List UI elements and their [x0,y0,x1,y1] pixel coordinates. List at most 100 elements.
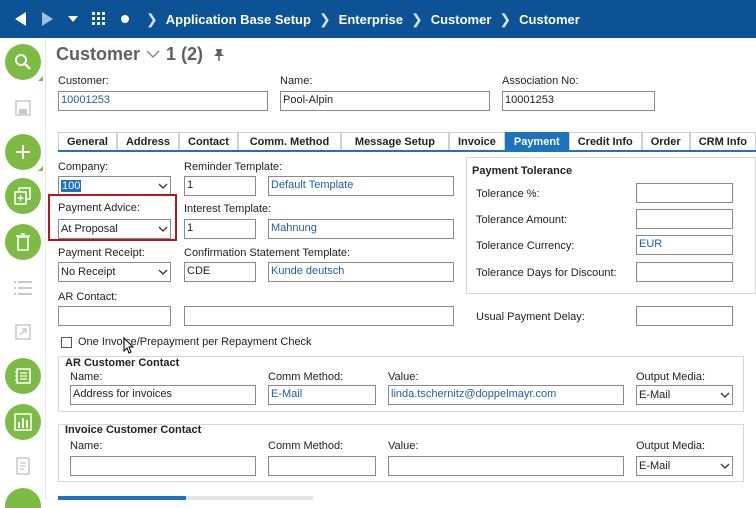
command-sidebar [0,38,46,508]
chevron-down-icon[interactable] [146,50,160,59]
payment-receipt-label: Payment Receipt: [58,247,145,259]
main-content: Customer 1 (2) Customer: 10001253 Name: … [46,38,756,500]
confirmation-statement-label: Confirmation Statement Template: [184,247,351,259]
bottom-tab-strip[interactable] [58,496,313,500]
ar-contact-name-field[interactable]: Address for invoices [70,385,256,405]
breadcrumb-item-customer-current: Customer [519,11,580,27]
tab-order[interactable]: Order [641,132,690,150]
company-select[interactable]: 100 [58,176,171,196]
page-title-text: Customer [56,44,141,64]
tab-payment[interactable]: Payment [504,132,569,150]
more-icon[interactable] [5,488,41,508]
confirmation-statement-field[interactable]: CDE [184,262,256,282]
search-menu-indicator-icon [38,76,43,81]
company-value: 100 [61,180,82,192]
breadcrumb-item-application-base-setup[interactable]: Application Base Setup [166,12,311,27]
tab-general[interactable]: General [58,132,117,150]
invoice-contact-output-media-value: E-Mail [639,460,671,472]
payment-receipt-select[interactable]: No Receipt [58,262,171,282]
mouse-cursor-icon [123,337,135,354]
page-title: Customer 1 (2) [56,44,225,65]
confirmation-statement-description: Kunde deutsch [268,262,454,282]
save-icon [5,90,41,126]
pin-icon[interactable] [213,48,225,62]
reminder-template-field[interactable]: 1 [184,176,256,196]
document-icon [5,448,41,484]
tab-address[interactable]: Address [116,132,179,150]
association-no-field[interactable]: 10001253 [502,91,655,111]
tab-crm-info[interactable]: CRM Info [689,132,756,150]
tolerance-days-field[interactable] [636,262,733,282]
ar-contact-field[interactable] [58,306,171,326]
top-navigation-bar: ❯ Application Base Setup ❯ Enterprise ❯ … [0,0,756,38]
tolerance-amount-label: Tolerance Amount: [476,214,568,226]
record-position: 1 (2) [166,44,204,64]
invoice-contact-comm-method-field[interactable] [268,456,376,476]
breadcrumb-item-customer[interactable]: Customer [431,12,492,27]
external-link-icon [5,314,41,350]
ar-customer-contact-title: AR Customer Contact [65,357,180,369]
invoice-contact-name-label: Name: [70,440,103,452]
name-field[interactable]: Pool-Alpin [280,91,490,111]
ar-contact-output-media-select[interactable]: E-Mail [636,385,733,405]
add-icon[interactable] [5,134,41,170]
breadcrumb-separator-icon: ❯ [318,10,331,27]
usual-payment-delay-label: Usual Payment Delay: [476,311,585,323]
invoice-contact-output-media-select[interactable]: E-Mail [636,456,733,476]
forward-icon[interactable] [34,0,60,38]
tab-invoice[interactable]: Invoice [448,132,505,150]
ar-contact-output-media-label: Output Media: [636,371,706,383]
invoice-contact-name-field[interactable] [70,456,256,476]
tolerance-currency-field[interactable]: EUR [636,235,733,255]
bottom-tab-strip-active [58,496,186,500]
one-invoice-label: One Invoice/Prepayment per Repayment Che… [78,336,312,348]
ar-contact-value-field[interactable]: linda.tschernitz@doppelmayr.com [388,385,624,405]
notes-icon[interactable] [5,358,41,394]
association-no-label: Association No: [502,75,579,87]
invoice-contact-value-field[interactable] [388,456,624,476]
chevron-down-icon [720,463,730,469]
ar-contact-output-media-value: E-Mail [639,389,671,401]
payment-advice-value: At Proposal [61,223,118,235]
tab-contact[interactable]: Contact [179,132,238,150]
tab-comm-method[interactable]: Comm. Method [237,132,341,150]
ar-contact-name-label: Name: [70,371,103,383]
tolerance-pct-label: Tolerance %: [476,188,540,200]
tolerance-pct-field[interactable] [636,183,733,203]
tolerance-days-label: Tolerance Days for Discount: [476,267,617,279]
invoice-contact-comm-method-label: Comm Method: [268,440,344,452]
customer-field[interactable]: 10001253 [58,91,268,111]
interest-template-label: Interest Template: [184,203,272,215]
add-menu-indicator-icon [38,166,43,171]
name-label: Name: [280,75,313,87]
duplicate-icon[interactable] [5,178,41,214]
ar-contact-value-label: Value: [388,371,419,383]
search-icon[interactable] [5,44,41,80]
tab-bar: General Address Contact Comm. Method Mes… [58,132,756,152]
interest-template-field[interactable]: 1 [184,219,256,239]
delete-icon[interactable] [5,224,41,260]
payment-advice-select[interactable]: At Proposal [58,219,171,239]
ar-contact-comm-method-field[interactable]: E-Mail [268,385,376,405]
apps-grid-icon[interactable] [86,0,112,38]
chevron-down-icon [158,183,168,189]
breadcrumb-separator-icon: ❯ [499,10,512,27]
usual-payment-delay-field[interactable] [636,306,733,326]
list-icon [5,270,41,306]
reminder-template-label: Reminder Template: [184,161,283,173]
tab-message-setup[interactable]: Message Setup [340,132,449,150]
chart-icon[interactable] [5,404,41,440]
history-dropdown-icon[interactable] [60,0,86,38]
back-icon[interactable] [8,0,34,38]
ar-contact-description [184,306,454,326]
tab-credit-info[interactable]: Credit Info [568,132,642,150]
chevron-down-icon [720,392,730,398]
tolerance-currency-label: Tolerance Currency: [476,240,575,252]
breadcrumb-item-enterprise[interactable]: Enterprise [339,12,403,27]
tolerance-amount-field[interactable] [636,209,733,229]
interest-template-description: Mahnung [268,219,454,239]
chevron-down-icon [158,226,168,232]
home-dot-icon[interactable] [112,0,138,38]
one-invoice-checkbox[interactable] [61,337,72,348]
company-label: Company: [58,161,109,173]
